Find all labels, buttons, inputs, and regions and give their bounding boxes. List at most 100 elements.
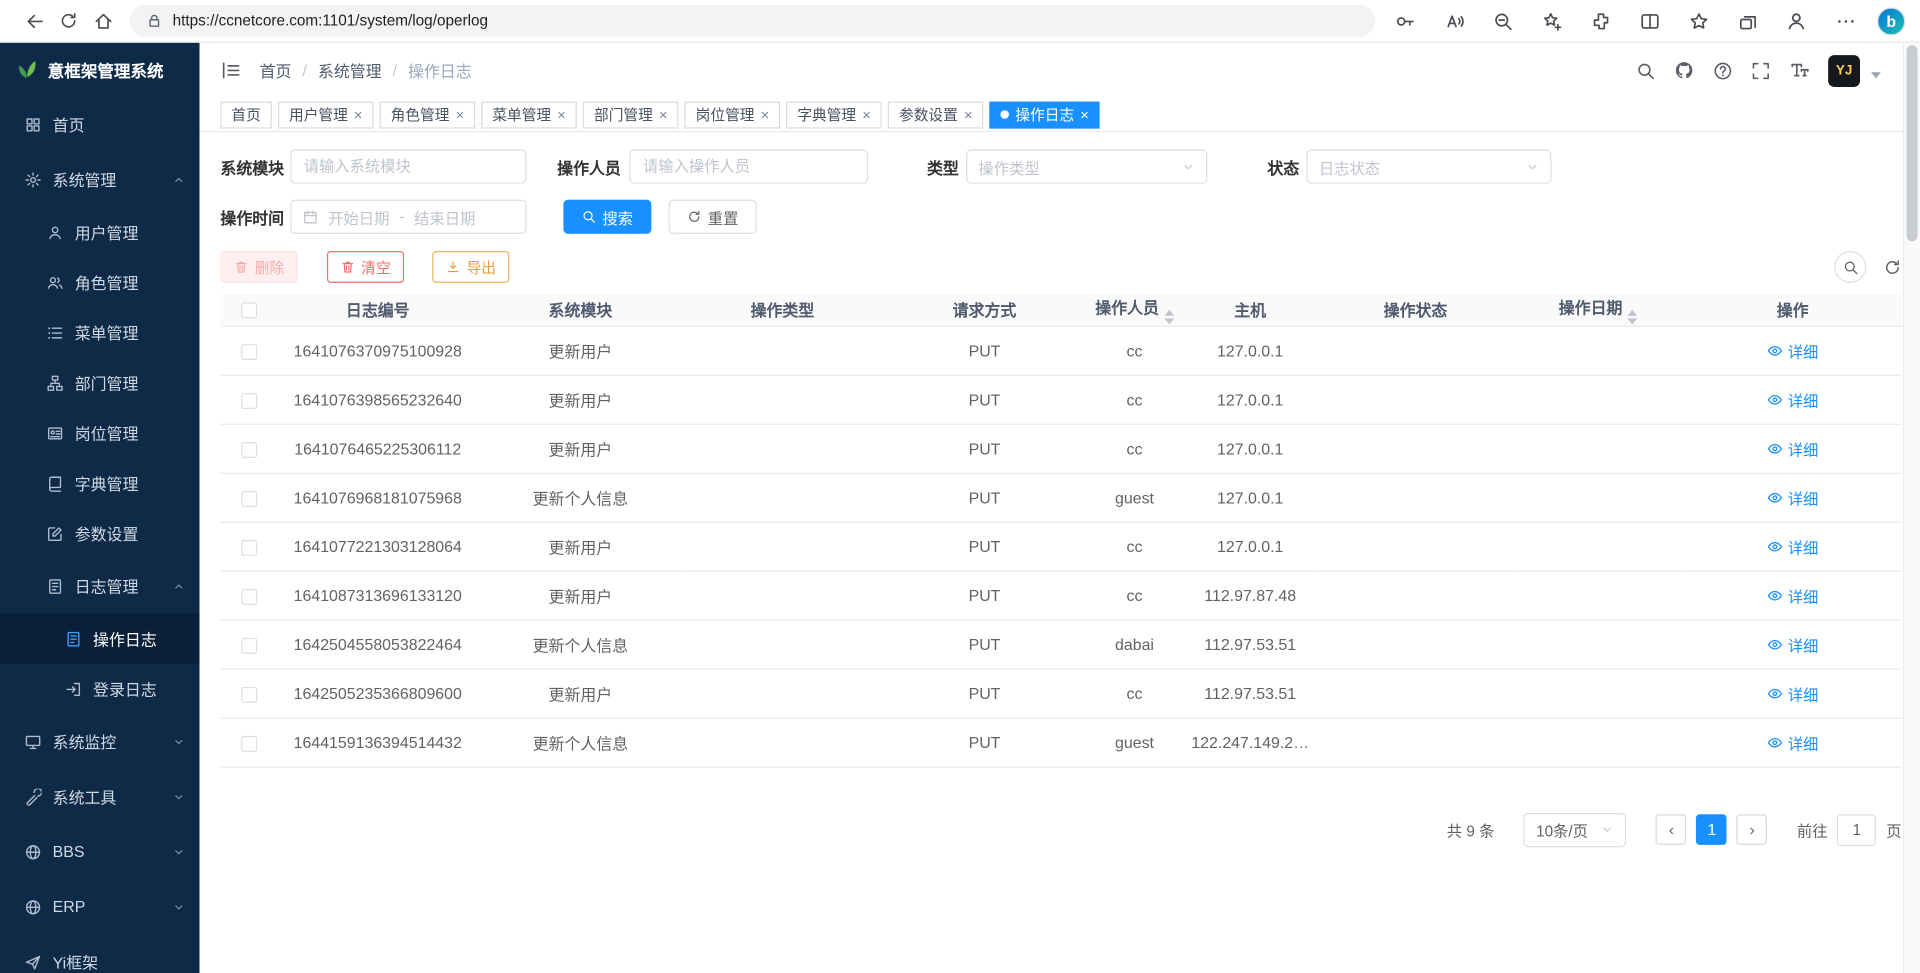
- prev-page-button[interactable]: ‹: [1656, 814, 1687, 845]
- tab-param-settings[interactable]: 参数设置×: [888, 101, 984, 128]
- sidebar-item-menu-mgmt[interactable]: 菜单管理: [0, 307, 200, 357]
- sidebar-item-dept-mgmt[interactable]: 部门管理: [0, 358, 200, 408]
- detail-link[interactable]: 详细: [1767, 388, 1818, 411]
- tab-close-icon[interactable]: ×: [354, 107, 363, 122]
- collections-icon[interactable]: [1730, 4, 1764, 38]
- page-size-select[interactable]: 10条/页: [1524, 812, 1627, 846]
- row-checkbox[interactable]: [241, 344, 257, 360]
- next-page-button[interactable]: ›: [1737, 814, 1768, 845]
- show-search-toggle-button[interactable]: [1834, 251, 1866, 283]
- goto-page-input[interactable]: [1837, 814, 1876, 846]
- sidebar-item-system-monitor[interactable]: 系统监控: [0, 714, 200, 769]
- read-aloud-icon[interactable]: [1436, 4, 1470, 38]
- copilot-icon[interactable]: b: [1877, 7, 1905, 35]
- tab-close-icon[interactable]: ×: [659, 107, 668, 122]
- page-number-button[interactable]: 1: [1696, 814, 1727, 845]
- avatar-dropdown-caret-icon[interactable]: [1871, 72, 1881, 78]
- row-checkbox[interactable]: [241, 392, 257, 408]
- tab-user-mgmt[interactable]: 用户管理×: [278, 101, 374, 128]
- module-input[interactable]: [290, 149, 526, 183]
- tab-close-icon[interactable]: ×: [1080, 107, 1089, 122]
- status-select[interactable]: 日志状态: [1307, 149, 1552, 183]
- tab-operation-log[interactable]: 操作日志×: [990, 101, 1100, 128]
- delete-button[interactable]: 删除: [220, 251, 297, 283]
- tab-post-mgmt[interactable]: 岗位管理×: [685, 101, 781, 128]
- breadcrumb-system[interactable]: 系统管理: [318, 59, 382, 82]
- tab-close-icon[interactable]: ×: [862, 107, 871, 122]
- tab-role-mgmt[interactable]: 角色管理×: [380, 101, 476, 128]
- export-button[interactable]: 导出: [432, 251, 509, 283]
- help-icon[interactable]: [1713, 61, 1733, 81]
- extensions-icon[interactable]: [1583, 4, 1617, 38]
- split-screen-icon[interactable]: [1632, 4, 1666, 38]
- tab-home[interactable]: 首页: [220, 101, 271, 128]
- detail-link[interactable]: 详细: [1767, 437, 1818, 460]
- tab-close-icon[interactable]: ×: [761, 107, 770, 122]
- detail-link[interactable]: 详细: [1767, 534, 1818, 557]
- sidebar-item-bbs[interactable]: BBS: [0, 824, 200, 879]
- reset-button[interactable]: 重置: [669, 200, 757, 234]
- sidebar-item-operation-log[interactable]: 操作日志: [0, 613, 200, 663]
- sidebar-item-log-mgmt[interactable]: 日志管理: [0, 558, 200, 613]
- fullscreen-icon[interactable]: [1751, 61, 1771, 81]
- row-checkbox[interactable]: [241, 539, 257, 555]
- browser-home-button[interactable]: [86, 4, 120, 38]
- browser-refresh-button[interactable]: [51, 4, 85, 38]
- sidebar-item-system-tools[interactable]: 系统工具: [0, 769, 200, 824]
- breadcrumb-home[interactable]: 首页: [260, 59, 292, 82]
- user-avatar[interactable]: YJ: [1828, 54, 1860, 86]
- header-search-icon[interactable]: [1636, 61, 1656, 81]
- search-button[interactable]: 搜索: [563, 200, 651, 234]
- operator-input[interactable]: [629, 149, 868, 183]
- sidebar-item-system[interactable]: 系统管理: [0, 152, 200, 207]
- detail-link[interactable]: 详细: [1767, 632, 1818, 655]
- sidebar-item-dict-mgmt[interactable]: 字典管理: [0, 458, 200, 508]
- sidebar-item-role-mgmt[interactable]: 角色管理: [0, 257, 200, 307]
- detail-link[interactable]: 详细: [1767, 486, 1818, 509]
- detail-link[interactable]: 详细: [1767, 339, 1818, 362]
- row-checkbox[interactable]: [241, 637, 257, 653]
- add-favorite-icon[interactable]: [1534, 4, 1568, 38]
- row-checkbox[interactable]: [241, 588, 257, 604]
- github-icon[interactable]: [1674, 60, 1695, 81]
- address-bar[interactable]: https://ccnetcore.com:1101/system/log/op…: [130, 5, 1375, 37]
- clear-button[interactable]: 清空: [327, 251, 404, 283]
- browser-menu-icon[interactable]: [1828, 4, 1862, 38]
- row-checkbox[interactable]: [241, 686, 257, 702]
- scrollbar-thumb[interactable]: [1907, 45, 1918, 241]
- browser-back-button[interactable]: [17, 4, 51, 38]
- page-scrollbar[interactable]: [1903, 43, 1920, 973]
- refresh-table-button[interactable]: [1883, 258, 1901, 276]
- sidebar-item-erp[interactable]: ERP: [0, 879, 200, 934]
- zoom-out-icon[interactable]: [1485, 4, 1519, 38]
- row-checkbox[interactable]: [241, 735, 257, 751]
- tab-close-icon[interactable]: ×: [557, 107, 566, 122]
- sidebar-item-home[interactable]: 首页: [0, 97, 200, 152]
- row-checkbox[interactable]: [241, 441, 257, 457]
- tab-dict-mgmt[interactable]: 字典管理×: [786, 101, 882, 128]
- sort-icon[interactable]: [1164, 309, 1174, 324]
- sidebar-item-login-log[interactable]: 登录日志: [0, 664, 200, 714]
- tab-menu-mgmt[interactable]: 菜单管理×: [481, 101, 577, 128]
- tab-close-icon[interactable]: ×: [456, 107, 465, 122]
- col-date[interactable]: 操作日期: [1512, 294, 1683, 326]
- type-select[interactable]: 操作类型: [966, 149, 1207, 183]
- sidebar-item-param-settings[interactable]: 参数设置: [0, 508, 200, 558]
- sidebar-item-user-mgmt[interactable]: 用户管理: [0, 207, 200, 257]
- detail-link[interactable]: 详细: [1767, 583, 1818, 606]
- row-checkbox[interactable]: [241, 490, 257, 506]
- tab-close-icon[interactable]: ×: [964, 107, 973, 122]
- font-size-icon[interactable]: [1789, 60, 1810, 81]
- profile-avatar-icon[interactable]: [1779, 4, 1813, 38]
- detail-link[interactable]: 详细: [1767, 730, 1818, 753]
- sidebar-toggle-icon[interactable]: [220, 60, 241, 81]
- sidebar-item-post-mgmt[interactable]: 岗位管理: [0, 408, 200, 458]
- date-range-picker[interactable]: 开始日期 - 结束日期: [290, 200, 526, 234]
- select-all-checkbox[interactable]: [241, 303, 257, 319]
- password-key-icon[interactable]: [1387, 4, 1421, 38]
- tab-dept-mgmt[interactable]: 部门管理×: [583, 101, 679, 128]
- sort-icon[interactable]: [1627, 309, 1637, 324]
- sidebar-item-yi-framework[interactable]: Yi框架: [0, 934, 200, 973]
- favorites-icon[interactable]: [1681, 4, 1715, 38]
- detail-link[interactable]: 详细: [1767, 681, 1818, 704]
